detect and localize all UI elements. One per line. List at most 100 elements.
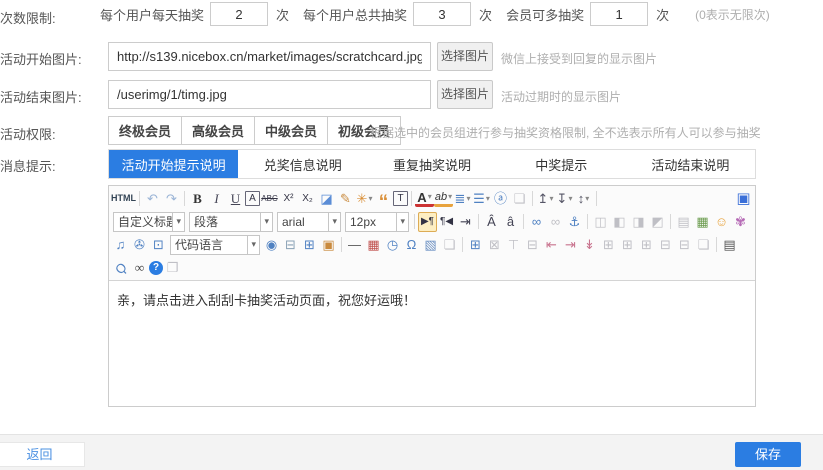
split-column-icon[interactable]: ⊟	[675, 235, 694, 255]
font-size-select[interactable]: 12px▾	[345, 212, 409, 232]
scrawl-icon[interactable]: ✾	[731, 212, 750, 232]
paste-plain-icon[interactable]: T	[393, 191, 408, 206]
message-tab-1[interactable]: 活动开始提示说明	[109, 150, 238, 178]
template-icon[interactable]: ▣	[319, 235, 338, 255]
insert-table-icon[interactable]: ⊞	[466, 235, 485, 255]
link-icon[interactable]: ∞	[527, 212, 546, 232]
undo-icon[interactable]: ↶	[143, 189, 162, 209]
message-tab-5[interactable]: 活动结束说明	[626, 150, 755, 178]
chevron-down-icon[interactable]: ▾	[260, 213, 272, 231]
source-button[interactable]: HTML	[111, 189, 136, 209]
paste-icon[interactable]: ❐	[163, 258, 182, 278]
insert-image-icon[interactable]: ▦	[693, 212, 712, 232]
to-uppercase-icon[interactable]: Â	[482, 212, 501, 232]
image-float-left-icon[interactable]: ◧	[610, 212, 629, 232]
paragraph-spacing-bottom-icon[interactable]: ↧▾	[555, 189, 574, 209]
fullscreen-icon[interactable]: ▣	[734, 189, 753, 209]
limit-input-2[interactable]	[413, 2, 471, 26]
chevron-down-icon[interactable]: ▾	[172, 213, 184, 231]
member-level-button-2[interactable]: 高级会员	[182, 116, 255, 145]
split-row-icon[interactable]: ⊟	[656, 235, 675, 255]
chevron-down-icon[interactable]: ▾	[486, 195, 490, 203]
merge-down-icon[interactable]: ⊞	[618, 235, 637, 255]
highlight-color-icon[interactable]: ab▾	[434, 191, 453, 207]
start-image-input[interactable]	[108, 42, 431, 71]
limit-input-3[interactable]	[590, 2, 648, 26]
font-border-icon[interactable]: A	[245, 191, 260, 206]
table-sort-icon[interactable]: ⊟	[523, 235, 542, 255]
end-image-pick-button[interactable]: 选择图片	[437, 80, 493, 109]
delete-table-icon[interactable]: ⊠	[485, 235, 504, 255]
back-button[interactable]: 返回	[0, 442, 85, 467]
to-lowercase-icon[interactable]: â	[501, 212, 520, 232]
bold-icon[interactable]: B	[188, 189, 207, 209]
format-painter-icon[interactable]: ✎	[336, 189, 355, 209]
direction-ltr-icon[interactable]: ▶¶	[418, 212, 437, 232]
map-icon[interactable]: ⊡	[149, 235, 168, 255]
insert-iframe-icon[interactable]: ⊞	[300, 235, 319, 255]
unlink-icon[interactable]: ∞	[546, 212, 565, 232]
ordered-list-icon[interactable]: ≣▾	[453, 189, 472, 209]
remove-format-icon[interactable]: ◪	[317, 189, 336, 209]
print-preview-icon[interactable]: ❏	[440, 235, 459, 255]
member-level-button-3[interactable]: 中级会员	[255, 116, 328, 145]
font-color-icon[interactable]: A▾	[415, 191, 434, 207]
chevron-down-icon[interactable]: ▾	[568, 195, 572, 203]
delete-row-icon[interactable]: ↡	[580, 235, 599, 255]
emoticon-icon[interactable]: ☺	[712, 212, 731, 232]
end-image-input[interactable]	[108, 80, 431, 109]
chevron-down-icon[interactable]: ▾	[466, 195, 470, 203]
message-tab-2[interactable]: 兑奖信息说明	[238, 150, 367, 178]
subscript-icon[interactable]: X₂	[298, 189, 317, 209]
chevron-down-icon[interactable]: ▾	[428, 193, 432, 201]
member-level-button-1[interactable]: 终极会员	[108, 116, 182, 145]
merge-right-icon[interactable]: ⊞	[599, 235, 618, 255]
insert-date-icon[interactable]: ▦	[364, 235, 383, 255]
chevron-down-icon[interactable]: ▾	[328, 213, 340, 231]
merge-cells-icon[interactable]: ⊞	[637, 235, 656, 255]
line-height-icon[interactable]: ↕▾	[574, 189, 593, 209]
chevron-down-icon[interactable]: ▾	[585, 195, 589, 203]
image-float-center-icon[interactable]: ◩	[648, 212, 667, 232]
table-title-icon[interactable]: ⊤	[504, 235, 523, 255]
horizontal-rule-icon[interactable]: —	[345, 235, 364, 255]
image-float-none-icon[interactable]: ◫	[591, 212, 610, 232]
insert-code-icon[interactable]: ◉	[262, 235, 281, 255]
save-button[interactable]: 保存	[735, 442, 801, 467]
new-page-icon[interactable]: ❏	[694, 235, 713, 255]
insert-row-icon[interactable]: ⇤	[542, 235, 561, 255]
redo-icon[interactable]: ↷	[162, 189, 181, 209]
insert-column-icon[interactable]: ⇥	[561, 235, 580, 255]
strikethrough-icon[interactable]: ABC	[260, 189, 279, 209]
chevron-down-icon[interactable]: ▾	[368, 195, 372, 203]
attachment-icon[interactable]: ✇	[130, 235, 149, 255]
unordered-list-icon[interactable]: ☰▾	[472, 189, 491, 209]
limit-input-1[interactable]	[210, 2, 268, 26]
code-language-select[interactable]: 代码语言▾	[170, 235, 260, 255]
direction-rtl-icon[interactable]: ¶◀	[437, 212, 456, 232]
insert-time-icon[interactable]: ◷	[383, 235, 402, 255]
blockquote-icon[interactable]: “	[374, 189, 393, 209]
screenshot-icon[interactable]: ▤	[674, 212, 693, 232]
help-icon[interactable]: ?	[149, 261, 163, 275]
indent-icon[interactable]: ⇥	[456, 212, 475, 232]
insert-music-icon[interactable]: ♫	[111, 235, 130, 255]
print-icon[interactable]: ▤	[720, 235, 739, 255]
chevron-down-icon[interactable]: ▾	[448, 193, 452, 201]
start-image-pick-button[interactable]: 选择图片	[437, 42, 493, 71]
special-characters-icon[interactable]: Ω	[402, 235, 421, 255]
message-tab-3[interactable]: 重复抽奖说明	[367, 150, 496, 178]
font-family-select[interactable]: arial▾	[277, 212, 341, 232]
insert-video-icon[interactable]: ▥	[750, 212, 753, 232]
editor-content[interactable]: 亲，请点击进入刮刮卡抽奖活动页面，祝您好运哦！	[109, 281, 755, 406]
anchor-icon[interactable]: ⚓	[565, 212, 584, 232]
italic-icon[interactable]: I	[207, 189, 226, 209]
paragraph-spacing-top-icon[interactable]: ↥▾	[536, 189, 555, 209]
chevron-down-icon[interactable]: ▾	[247, 236, 259, 254]
superscript-icon[interactable]: X²	[279, 189, 298, 209]
message-tab-4[interactable]: 中奖提示	[497, 150, 626, 178]
edit-image-icon[interactable]: ▧	[421, 235, 440, 255]
paragraph-select[interactable]: 段落▾	[189, 212, 273, 232]
select-all-icon[interactable]: ⓐ	[491, 189, 510, 209]
page-break-icon[interactable]: ⊟	[281, 235, 300, 255]
